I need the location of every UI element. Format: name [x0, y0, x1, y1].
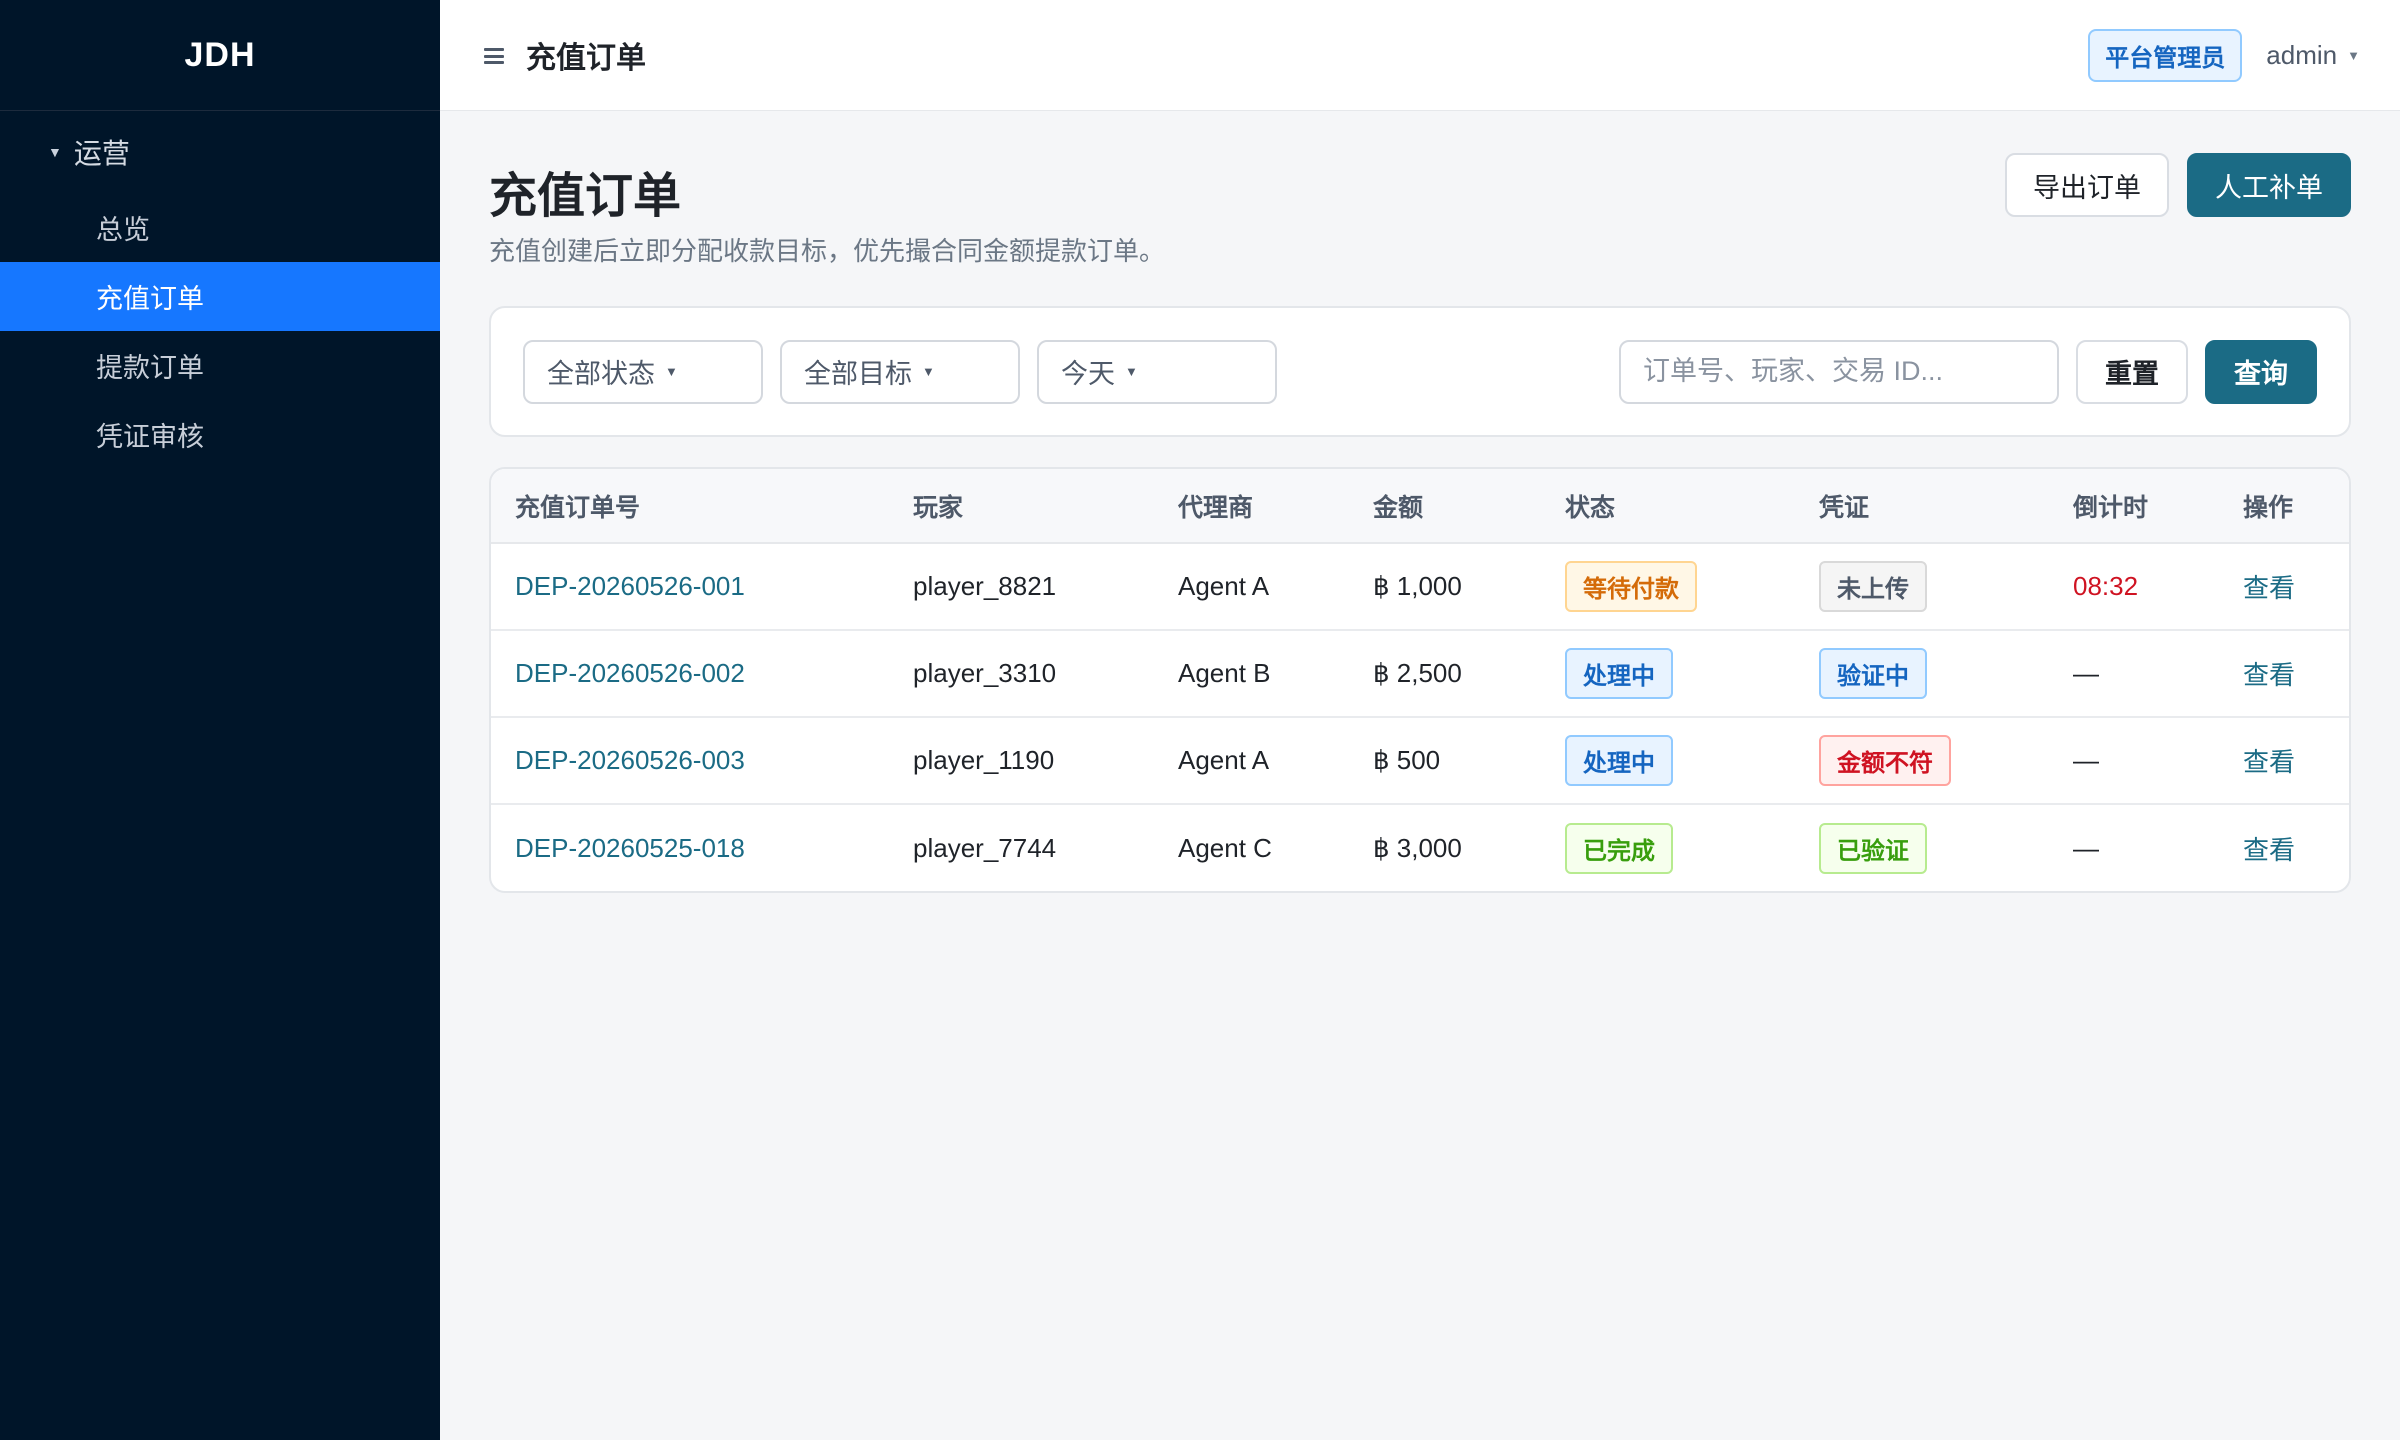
view-link[interactable]: 查看 — [2243, 835, 2295, 865]
chevron-down-icon: ▼ — [922, 364, 935, 379]
sidebar-item-proof-review[interactable]: 凭证审核 — [0, 400, 440, 469]
order-id-link[interactable]: DEP-20260526-001 — [515, 571, 745, 601]
amount-cell: ฿ 3,000 — [1349, 803, 1541, 891]
view-link[interactable]: 查看 — [2243, 660, 2295, 690]
status-badge: 处理中 — [1565, 648, 1673, 699]
brand-logo: JDH — [0, 0, 440, 111]
agent-cell: Agent B — [1154, 629, 1349, 717]
view-link[interactable]: 查看 — [2243, 747, 2295, 777]
chevron-down-icon: ▼ — [1125, 364, 1138, 379]
column-header-agent: 代理商 — [1154, 469, 1349, 544]
header-title: 充值订单 — [526, 42, 646, 75]
date-select-value: 今天 — [1061, 359, 1115, 389]
countdown-cell: — — [2049, 803, 2219, 891]
amount-cell: ฿ 500 — [1349, 716, 1541, 804]
role-badge: 平台管理员 — [2088, 28, 2243, 82]
column-header-status: 状态 — [1541, 469, 1795, 544]
nav-group-operations[interactable]: ▼ 运营 — [0, 111, 440, 193]
column-header-order-id: 充值订单号 — [491, 469, 889, 544]
date-select[interactable]: 今天 ▼ — [1037, 339, 1277, 404]
main-content: 充值订单 充值创建后立即分配收款目标，优先撮合同金额提款订单。 导出订单 人工补… — [489, 111, 2351, 893]
reset-button[interactable]: 重置 — [2076, 339, 2188, 404]
orders-table-card: 充值订单号 玩家 代理商 金额 状态 凭证 倒计时 操作 DEP-2026052… — [489, 467, 2351, 893]
table-row: DEP-20260526-002 player_3310 Agent B ฿ 2… — [491, 629, 2349, 717]
page-title: 充值订单 — [489, 170, 682, 223]
status-badge: 处理中 — [1565, 735, 1673, 786]
status-badge: 已完成 — [1565, 822, 1673, 874]
amount-cell: ฿ 2,500 — [1349, 629, 1541, 717]
filter-bar: 全部状态 ▼ 全部目标 ▼ 今天 ▼ 重置 查询 — [489, 306, 2351, 437]
chevron-down-icon: ▼ — [665, 364, 678, 379]
player-cell: player_7744 — [889, 803, 1154, 891]
sidebar-item-deposit-orders[interactable]: 充值订单 — [0, 262, 440, 331]
order-id-link[interactable]: DEP-20260526-003 — [515, 745, 745, 775]
amount-cell: ฿ 1,000 — [1373, 571, 1462, 601]
player-cell: player_3310 — [889, 629, 1154, 717]
sidebar-item-withdrawal-orders[interactable]: 提款订单 — [0, 331, 440, 400]
countdown-cell: — — [2049, 716, 2219, 804]
manual-order-button[interactable]: 人工补单 — [2187, 153, 2351, 217]
status-select-value: 全部状态 — [547, 359, 655, 389]
countdown-cell: — — [2049, 629, 2219, 717]
sidebar-item-overview[interactable]: 总览 — [0, 193, 440, 262]
column-header-actions: 操作 — [2219, 469, 2349, 544]
agent-cell: Agent A — [1154, 716, 1349, 804]
orders-table: 充值订单号 玩家 代理商 金额 状态 凭证 倒计时 操作 DEP-2026052… — [491, 469, 2349, 891]
column-header-amount: 金额 — [1349, 469, 1541, 544]
caret-down-icon: ▼ — [48, 144, 62, 160]
user-menu[interactable]: admin ▼ — [2266, 40, 2360, 71]
table-header-row: 充值订单号 玩家 代理商 金额 状态 凭证 倒计时 操作 — [491, 469, 2349, 544]
column-header-proof: 凭证 — [1795, 469, 2049, 544]
username: admin — [2266, 39, 2338, 70]
nav-group-label: 运营 — [73, 138, 130, 169]
proof-badge: 未上传 — [1819, 561, 1927, 612]
proof-badge: 已验证 — [1819, 822, 1927, 874]
table-row: DEP-20260526-003 player_1190 Agent A ฿ 5… — [491, 716, 2349, 804]
column-header-player: 玩家 — [889, 469, 1154, 544]
table-row: DEP-20260526-001 player_8821 Agent A ฿ 1… — [491, 543, 2349, 630]
table-row: DEP-20260525-018 player_7744 Agent C ฿ 3… — [491, 803, 2349, 891]
query-button[interactable]: 查询 — [2205, 339, 2317, 404]
target-select[interactable]: 全部目标 ▼ — [780, 339, 1020, 404]
proof-badge: 金额不符 — [1819, 735, 1951, 786]
page-description: 充值创建后立即分配收款目标，优先撮合同金额提款订单。 — [489, 236, 1166, 266]
export-orders-button[interactable]: 导出订单 — [2005, 153, 2169, 217]
search-input[interactable] — [1619, 339, 2059, 404]
player-cell: player_8821 — [913, 571, 1057, 601]
player-cell: player_1190 — [889, 716, 1154, 804]
menu-icon[interactable] — [484, 48, 504, 64]
view-link[interactable]: 查看 — [2243, 573, 2295, 603]
target-select-value: 全部目标 — [804, 359, 912, 389]
column-header-countdown: 倒计时 — [2049, 469, 2219, 544]
top-header: 充值订单 平台管理员 admin ▼ — [440, 0, 2400, 111]
order-id-link[interactable]: DEP-20260526-002 — [515, 658, 745, 688]
status-select[interactable]: 全部状态 ▼ — [523, 339, 763, 404]
countdown-cell: 08:32 — [2073, 571, 2139, 601]
chevron-down-icon: ▼ — [2347, 47, 2360, 63]
agent-cell: Agent A — [1178, 571, 1270, 601]
status-badge: 等待付款 — [1565, 561, 1697, 612]
order-id-link[interactable]: DEP-20260525-018 — [515, 833, 745, 863]
agent-cell: Agent C — [1154, 803, 1349, 891]
proof-badge: 验证中 — [1819, 648, 1927, 699]
sidebar: JDH ▼ 运营 总览 充值订单 提款订单 凭证审核 — [0, 0, 440, 1440]
